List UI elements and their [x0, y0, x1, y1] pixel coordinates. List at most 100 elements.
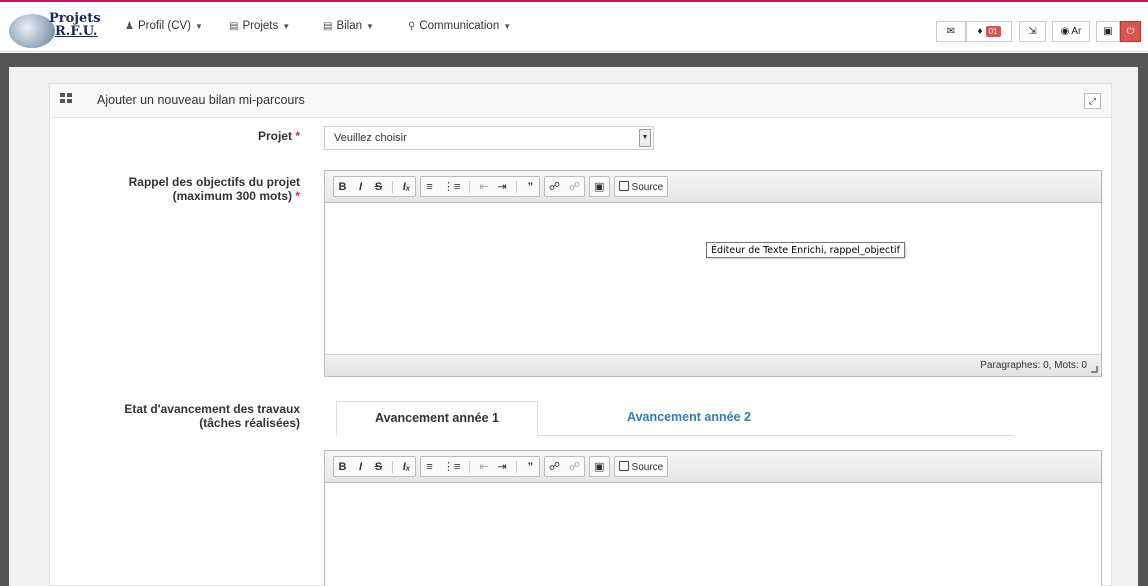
page-border-right [1138, 53, 1148, 586]
source-button[interactable]: Source [613, 456, 669, 477]
bulleted-list-icon[interactable]: ⋮≡ [443, 180, 460, 193]
remove-format-icon[interactable]: Iₓ [402, 461, 411, 473]
page-border-left [0, 53, 9, 586]
logo[interactable]: Projets R.F.U. [9, 12, 113, 48]
user-icon: ♟ [125, 20, 134, 32]
image-icon[interactable]: ▣ [594, 460, 604, 473]
power-icon: ⏻ [1126, 26, 1135, 37]
link-icon[interactable]: ☍ [549, 180, 560, 193]
caret-down-icon: ▼ [503, 21, 512, 31]
source-label: Source [631, 181, 664, 193]
language-button[interactable]: ◉ Ar [1052, 21, 1090, 42]
projet-label-text: Projet [257, 129, 292, 143]
page-border-top [9, 53, 1138, 67]
portlet-header: Ajouter un nouveau bilan mi-parcours ⤢ [50, 84, 1111, 118]
numbered-list-icon[interactable]: ≡ [425, 461, 434, 473]
format-group: B I S Iₓ [333, 176, 416, 197]
grid-icon [60, 93, 72, 103]
menu-communication-label: Communication [419, 20, 500, 32]
source-icon [618, 180, 629, 191]
bulleted-list-icon[interactable]: ⋮≡ [443, 460, 460, 473]
projet-label: Projet * [150, 129, 300, 143]
expand-button[interactable]: ⤢ [1084, 93, 1101, 109]
caret-down-icon: ▼ [282, 21, 291, 31]
link-group: ☍ ☍ [543, 176, 586, 197]
source-label: Source [631, 461, 664, 473]
caret-down-icon: ▼ [195, 21, 203, 31]
link-icon[interactable]: ☍ [549, 460, 560, 473]
caret-down-icon[interactable]: ▼ [639, 129, 651, 147]
outdent-icon[interactable]: ⇤ [479, 180, 488, 193]
globe-icon: ◉ [1060, 26, 1070, 37]
numbered-list-icon[interactable]: ≡ [425, 181, 434, 193]
unlink-icon[interactable]: ☍ [569, 460, 580, 473]
image-icon[interactable]: ▣ [594, 180, 604, 193]
rappel-label-line-1: Rappel des objectifs du projet [128, 175, 300, 189]
projet-select-value: Veuillez choisir [334, 132, 407, 144]
fullscreen-icon: ⇲ [1028, 26, 1037, 37]
editor-tooltip: Éditeur de Texte Enrichi, rappel_objecti… [706, 242, 905, 258]
notifications-button[interactable]: ♦ 01 [966, 21, 1012, 42]
menu-profil-label: Profil (CV) [137, 20, 191, 32]
bold-icon[interactable]: B [338, 461, 347, 473]
link-group: ☍ ☍ [543, 456, 586, 477]
menu-communication[interactable]: ⚲ Communication ▼ [408, 20, 511, 32]
notification-badge: 01 [985, 26, 1001, 37]
resize-handle[interactable] [1091, 366, 1098, 373]
logo-text: Projets R.F.U. [49, 12, 101, 38]
list-group: ≡ ⋮≡ ⇤ ⇥ ” [420, 176, 540, 197]
rappel-editor: B I S Iₓ ≡ ⋮≡ ⇤ ⇥ ” ☍ ☍ ▣ Source Paragra… [324, 170, 1102, 377]
fullscreen-button[interactable]: ⇲ [1019, 21, 1046, 42]
blockquote-icon[interactable]: ” [526, 181, 535, 193]
avancement-editor-content[interactable] [325, 483, 1101, 586]
bell-icon: ♦ [977, 26, 983, 37]
unlink-icon[interactable]: ☍ [569, 180, 580, 193]
expand-icon: ⤢ [1088, 96, 1097, 106]
rappel-editor-content[interactable] [325, 203, 1101, 354]
projet-select[interactable]: Veuillez choisir ▼ [324, 126, 654, 150]
required-mark: * [295, 189, 300, 203]
editor-toolbar: B I S Iₓ ≡ ⋮≡ ⇤ ⇥ ” ☍ ☍ ▣ Source [325, 171, 1101, 203]
briefcase-icon: ▤ [323, 20, 333, 32]
remove-format-icon[interactable]: Iₓ [402, 181, 411, 193]
format-group: B I S Iₓ [333, 456, 416, 477]
etat-label: Etat d'avancement des travaux (tâches ré… [60, 402, 300, 430]
menu-projets[interactable]: ▤ Projets ▼ [229, 20, 290, 32]
bold-icon[interactable]: B [338, 181, 347, 193]
top-navbar: Projets R.F.U. ♟ Profil (CV) ▼ ▤ Projets… [0, 0, 1148, 52]
avancement-tabs: Avancement année 1 Avancement année 2 [336, 401, 1014, 436]
lock-icon: ▣ [1103, 26, 1113, 37]
lock-button[interactable]: ▣ [1096, 21, 1120, 42]
briefcase-icon: ▤ [229, 20, 239, 32]
indent-icon[interactable]: ⇥ [498, 180, 507, 193]
logo-line-2: R.F.U. [55, 24, 98, 39]
language-label: Ar [1071, 26, 1082, 37]
word-count: Paragraphes: 0, Mots: 0 [980, 360, 1087, 371]
portlet-title: Ajouter un nouveau bilan mi-parcours [97, 93, 305, 107]
strikethrough-icon[interactable]: S [374, 461, 383, 473]
logout-button[interactable]: ⏻ [1120, 21, 1141, 42]
comments-icon: ⚲ [408, 20, 416, 32]
editor-statusbar: Paragraphes: 0, Mots: 0 [325, 354, 1101, 376]
menu-bilan[interactable]: ▤ Bilan ▼ [323, 20, 374, 32]
messages-button[interactable]: ✉ [936, 21, 966, 42]
image-group: ▣ [589, 176, 610, 197]
source-icon [618, 460, 629, 471]
outdent-icon[interactable]: ⇤ [479, 460, 488, 473]
strikethrough-icon[interactable]: S [374, 181, 383, 193]
rappel-label-line-2: (maximum 300 mots) [172, 189, 292, 203]
italic-icon[interactable]: I [356, 181, 365, 193]
required-mark: * [295, 129, 300, 143]
blockquote-icon[interactable]: ” [526, 461, 535, 473]
tab-avancement-annee-2[interactable]: Avancement année 2 [584, 401, 794, 436]
tab-avancement-annee-1[interactable]: Avancement année 1 [336, 401, 538, 436]
italic-icon[interactable]: I [356, 461, 365, 473]
menu-profil[interactable]: ♟ Profil (CV) ▼ [125, 20, 203, 32]
etat-label-line-1: Etat d'avancement des travaux [124, 402, 300, 416]
indent-icon[interactable]: ⇥ [498, 460, 507, 473]
avancement-editor: B I S Iₓ ≡ ⋮≡ ⇤ ⇥ ” ☍ ☍ ▣ Source [324, 450, 1102, 586]
envelope-icon: ✉ [946, 26, 956, 37]
image-group: ▣ [589, 456, 610, 477]
source-button[interactable]: Source [613, 176, 669, 197]
list-group: ≡ ⋮≡ ⇤ ⇥ ” [420, 456, 540, 477]
